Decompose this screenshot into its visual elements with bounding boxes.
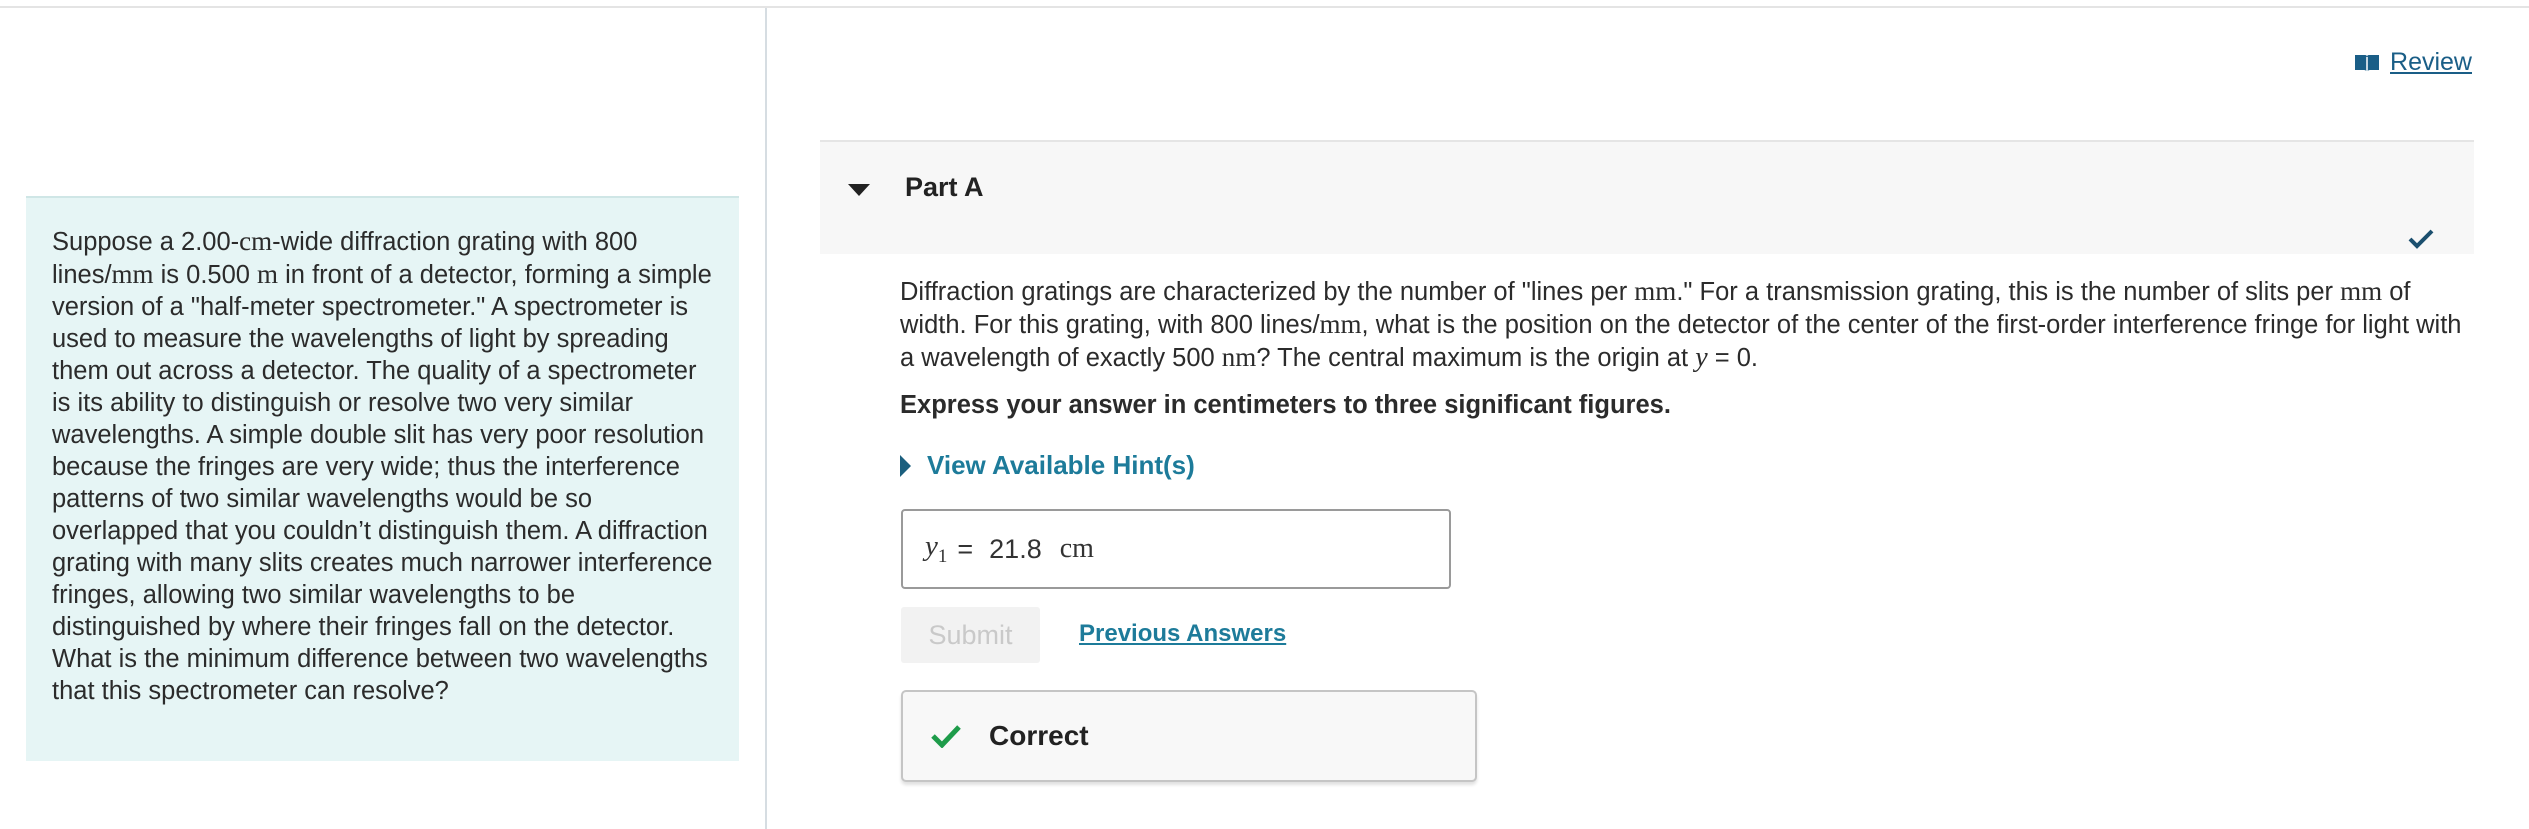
checkmark-icon bbox=[931, 725, 961, 748]
answer-equals: = bbox=[957, 533, 974, 564]
problem-text: Suppose a 2.00-cm-wide diffraction grati… bbox=[52, 226, 713, 705]
part-a-header[interactable]: Part A bbox=[820, 140, 2474, 254]
caret-down-icon[interactable] bbox=[848, 184, 870, 196]
caret-right-icon bbox=[900, 454, 911, 477]
part-title: Part A bbox=[905, 172, 984, 202]
review-label: Review bbox=[2390, 48, 2472, 76]
answer-input[interactable]: y1 = 21.8 cm bbox=[901, 509, 1451, 589]
column-divider bbox=[765, 8, 767, 829]
feedback-correct: Correct bbox=[901, 690, 1477, 782]
answer-variable: y1 bbox=[925, 530, 948, 567]
question-text: Diffraction gratings are characterized b… bbox=[900, 276, 2462, 373]
hint-label: View Available Hint(s) bbox=[927, 450, 1195, 480]
review-link[interactable]: Review bbox=[2354, 48, 2472, 77]
view-hints-toggle[interactable]: View Available Hint(s) bbox=[900, 450, 1195, 481]
top-rule bbox=[0, 6, 2529, 8]
answer-instruction: Express your answer in centimeters to th… bbox=[900, 391, 1671, 419]
answer-unit: cm bbox=[1059, 533, 1094, 564]
book-icon bbox=[2355, 54, 2380, 72]
previous-answers-link[interactable]: Previous Answers bbox=[1079, 620, 1286, 648]
problem-statement: Suppose a 2.00-cm-wide diffraction grati… bbox=[26, 196, 739, 761]
answer-value[interactable]: 21.8 bbox=[989, 534, 1042, 565]
checkmark-icon bbox=[2408, 229, 2434, 249]
submit-button[interactable]: Submit bbox=[901, 607, 1040, 663]
feedback-label: Correct bbox=[989, 720, 1089, 751]
